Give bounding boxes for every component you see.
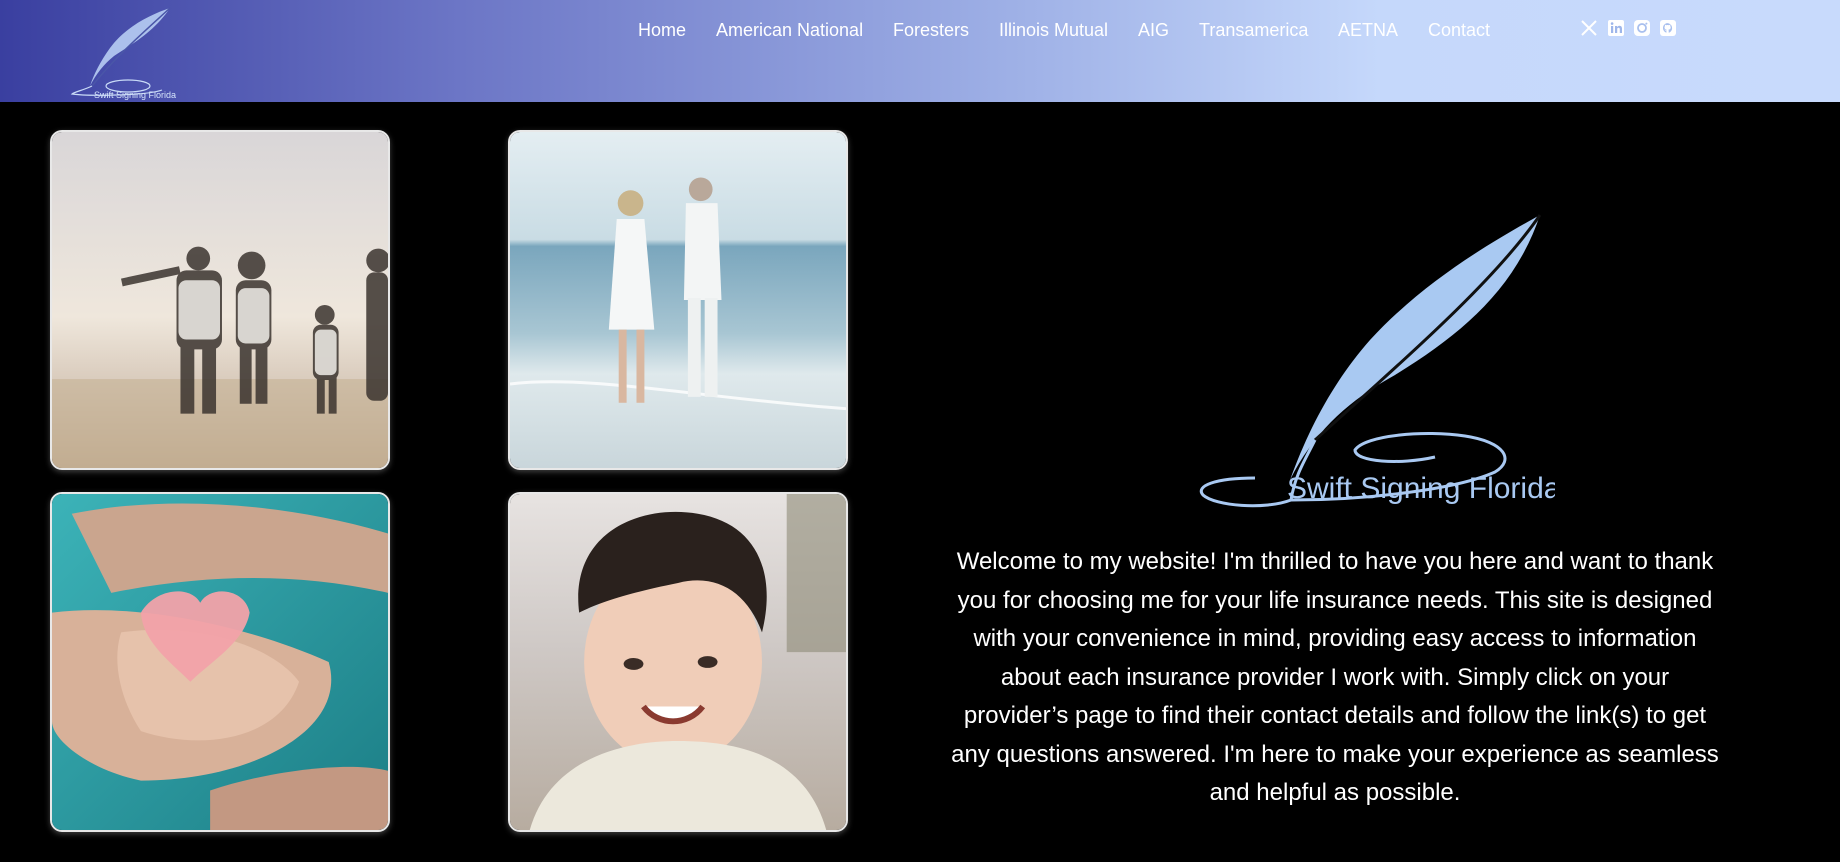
x-twitter-icon	[1581, 20, 1597, 36]
hero-logo-wordmark: Swift Signing Florida	[1287, 472, 1555, 505]
nav-item-foresters[interactable]: Foresters	[893, 19, 969, 41]
linkedin-link[interactable]	[1607, 19, 1625, 37]
nav-item-illinois-mutual[interactable]: Illinois Mutual	[999, 19, 1108, 41]
site-header: Swift Signing Florida Home American Nati…	[0, 0, 1840, 102]
x-twitter-link[interactable]	[1580, 19, 1598, 37]
nav-item-transamerica[interactable]: Transamerica	[1199, 19, 1308, 41]
nav-item-american-national[interactable]: American National	[716, 19, 863, 41]
family-beach-sunset-photo	[52, 132, 388, 468]
nav-item-contact[interactable]: Contact	[1428, 19, 1490, 41]
logo-wordmark: Swift Signing Florida	[94, 90, 176, 100]
gallery-photo-hands	[50, 492, 390, 832]
smiling-child-photo	[510, 494, 846, 830]
site-logo-link[interactable]: Swift Signing Florida	[66, 4, 182, 100]
feather-quill-logo-icon: Swift Signing Florida	[1199, 214, 1561, 508]
nav-item-aig[interactable]: AIG	[1138, 19, 1169, 41]
instagram-link[interactable]	[1633, 19, 1651, 37]
gallery-photo-couple	[508, 130, 848, 470]
nav-item-aetna[interactable]: AETNA	[1338, 19, 1398, 41]
instagram-icon	[1634, 20, 1650, 36]
gallery-photo-family	[50, 130, 390, 470]
hero-logo: Swift Signing Florida	[1195, 210, 1561, 515]
hands-holding-heart-photo	[52, 494, 388, 830]
github-icon	[1660, 20, 1676, 36]
gallery-photo-child	[508, 492, 848, 832]
welcome-message: Welcome to my website! I'm thrilled to h…	[951, 548, 1719, 806]
github-link[interactable]	[1659, 19, 1677, 37]
couple-beach-walk-photo	[510, 132, 846, 468]
feather-logo-icon: Swift Signing Florida	[70, 7, 176, 100]
linkedin-icon	[1608, 20, 1624, 36]
nav-item-home[interactable]: Home	[638, 19, 686, 41]
